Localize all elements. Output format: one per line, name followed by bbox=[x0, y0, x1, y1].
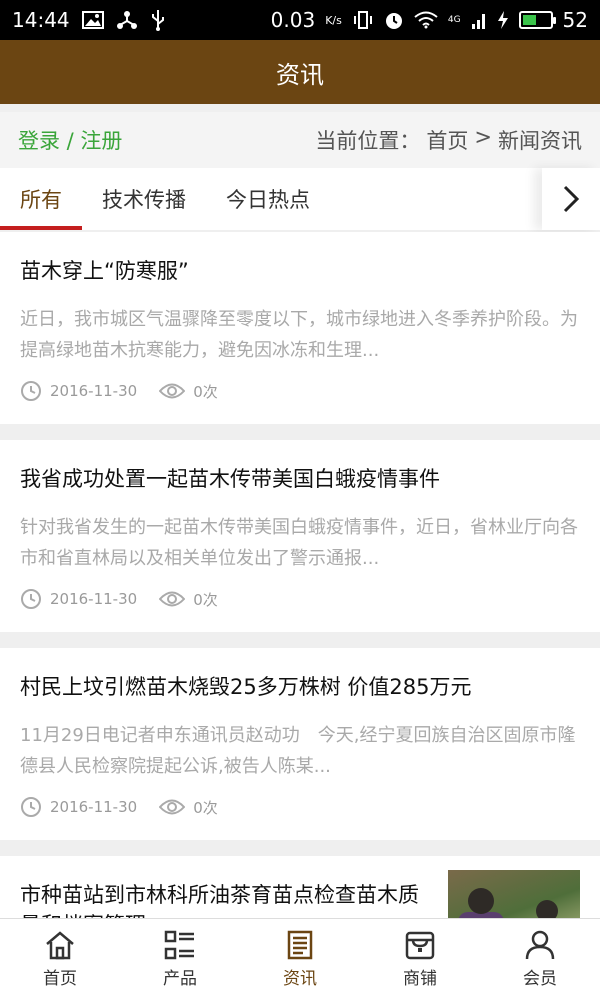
network-speed-unit: K/s bbox=[325, 13, 342, 27]
nav-label: 资讯 bbox=[283, 969, 317, 989]
breadcrumb-current: 新闻资讯 bbox=[498, 129, 582, 153]
wifi-icon bbox=[414, 11, 438, 29]
share-notification-icon bbox=[116, 10, 138, 30]
article-list[interactable]: 苗木穿上“防寒服” 近日，我市城区气温骤降至零度以下，城市绿地进入冬季养护阶段。… bbox=[0, 232, 600, 918]
list-item[interactable]: 苗木穿上“防寒服” 近日，我市城区气温骤降至零度以下，城市绿地进入冬季养护阶段。… bbox=[0, 232, 600, 424]
article-title[interactable]: 苗木穿上“防寒服” bbox=[20, 232, 580, 286]
article-summary: 针对我省发生的一起苗木传带美国白蛾疫情事件，近日，省林业厅向各市和省直林局以及相… bbox=[20, 517, 578, 569]
alarm-icon bbox=[384, 10, 404, 30]
list-item[interactable]: 我省成功处置一起苗木传带美国白蛾疫情事件 针对我省发生的一起苗木传带美国白蛾疫情… bbox=[0, 440, 600, 632]
article-date: 2016-11-30 bbox=[50, 798, 138, 816]
nav-news[interactable]: 资讯 bbox=[240, 919, 360, 1000]
article-summary: 11月29日电记者申东通讯员赵动功 今天,经宁夏回族自治区固原市隆德县人民检察院… bbox=[20, 725, 576, 777]
status-bar: 14:44 0.03 K/s 4G 52 bbox=[0, 0, 600, 40]
network-type: 4G bbox=[447, 15, 461, 25]
article-views: 0次 bbox=[193, 382, 218, 401]
tab-all[interactable]: 所有 bbox=[0, 168, 82, 230]
network-speed: 0.03 bbox=[270, 8, 316, 32]
article-meta: 2016-11-30 0次 bbox=[20, 782, 580, 840]
vibrate-icon bbox=[352, 10, 374, 30]
breadcrumb: 当前位置： 首页 > 新闻资讯 bbox=[315, 125, 582, 155]
signal-icon bbox=[471, 10, 487, 30]
app-header: 资讯 bbox=[0, 40, 600, 104]
battery-percentage: 52 bbox=[562, 8, 588, 32]
eye-icon bbox=[159, 383, 186, 399]
article-title[interactable]: 市种苗站到市林科所油茶育苗点检查苗木质量和档案管理 bbox=[20, 856, 434, 918]
tab-tech[interactable]: 技术传播 bbox=[82, 168, 206, 230]
article-title[interactable]: 村民上坟引燃苗木烧毁25多万株树 价值285万元 bbox=[20, 648, 580, 702]
tab-hot-today[interactable]: 今日热点 bbox=[206, 168, 330, 230]
image-notification-icon bbox=[81, 11, 104, 29]
news-icon bbox=[287, 930, 313, 960]
store-icon bbox=[405, 931, 435, 960]
nav-member[interactable]: 会员 bbox=[480, 919, 600, 1000]
nav-label: 首页 bbox=[43, 969, 77, 989]
category-tabs: 所有 技术传播 今日热点 bbox=[0, 168, 600, 230]
page-title: 资讯 bbox=[276, 60, 324, 89]
nav-home[interactable]: 首页 bbox=[0, 919, 120, 1000]
clock-icon bbox=[21, 381, 41, 401]
list-item[interactable]: 村民上坟引燃苗木烧毁25多万株树 价值285万元 11月29日电记者申东通讯员赵… bbox=[0, 648, 600, 840]
eye-icon bbox=[159, 591, 186, 607]
nav-label: 产品 bbox=[163, 969, 197, 989]
article-meta: 2016-11-30 0次 bbox=[20, 574, 580, 632]
nav-label: 会员 bbox=[523, 969, 557, 989]
nav-store[interactable]: 商铺 bbox=[360, 919, 480, 1000]
usb-icon bbox=[150, 9, 166, 31]
article-summary: 近日，我市城区气温骤降至零度以下，城市绿地进入冬季养护阶段。为提高绿地苗木抗寒能… bbox=[20, 309, 578, 361]
article-title[interactable]: 我省成功处置一起苗木传带美国白蛾疫情事件 bbox=[20, 440, 580, 494]
breadcrumb-home[interactable]: 首页 bbox=[426, 125, 468, 155]
article-thumbnail[interactable] bbox=[448, 870, 580, 918]
charging-icon bbox=[497, 10, 509, 30]
article-views: 0次 bbox=[193, 590, 218, 609]
location-bar: 登录 / 注册 当前位置： 首页 > 新闻资讯 bbox=[0, 112, 600, 168]
tabs-scroll-button[interactable] bbox=[542, 168, 600, 230]
home-icon bbox=[46, 931, 74, 960]
breadcrumb-separator: > bbox=[474, 125, 492, 149]
breadcrumb-prefix: 当前位置： bbox=[315, 129, 421, 153]
nav-label: 商铺 bbox=[403, 969, 437, 989]
clock-icon bbox=[21, 589, 41, 609]
nav-products[interactable]: 产品 bbox=[120, 919, 240, 1000]
tab-label: 所有 bbox=[20, 188, 62, 212]
tab-label: 今日热点 bbox=[226, 188, 310, 212]
article-date: 2016-11-30 bbox=[50, 382, 138, 400]
bottom-nav: 首页 产品 资讯 商铺 会员 bbox=[0, 918, 600, 1000]
member-icon bbox=[525, 930, 555, 960]
login-register-link[interactable]: 登录 / 注册 bbox=[18, 125, 122, 155]
product-grid-icon bbox=[164, 930, 194, 960]
article-meta: 2016-11-30 0次 bbox=[20, 366, 580, 424]
status-time: 14:44 bbox=[12, 8, 70, 32]
chevron-right-icon bbox=[563, 185, 580, 213]
eye-icon bbox=[159, 799, 186, 815]
clock-icon bbox=[21, 797, 41, 817]
battery-icon bbox=[518, 11, 556, 29]
article-date: 2016-11-30 bbox=[50, 590, 138, 608]
article-views: 0次 bbox=[193, 798, 218, 817]
tab-label: 技术传播 bbox=[102, 188, 186, 212]
list-item[interactable]: 市种苗站到市林科所油茶育苗点检查苗木质量和档案管理 bbox=[0, 856, 600, 918]
